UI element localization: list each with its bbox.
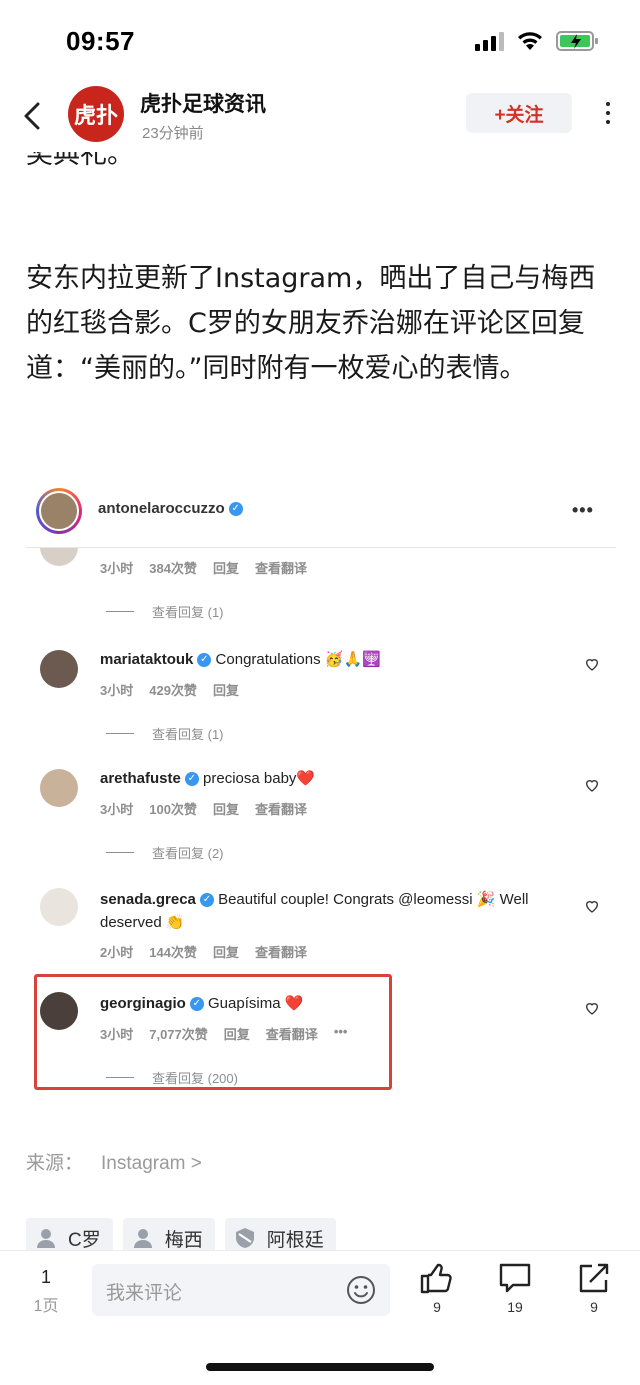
comment-meta: 3小时 384次赞 回复 查看翻译	[100, 561, 307, 576]
article-header: 虎扑 虎扑足球资讯 23分钟前 +关注	[0, 80, 640, 152]
more-options-button[interactable]	[598, 96, 618, 130]
verified-icon: ✓	[228, 502, 243, 517]
account-name[interactable]: 虎扑足球资讯	[140, 88, 266, 118]
commenter-username: senada.greca	[100, 891, 196, 908]
emoji-icon[interactable]	[346, 1275, 376, 1305]
commenter-username: arethafuste	[100, 770, 181, 787]
tag-item[interactable]: 梅西	[122, 1218, 215, 1250]
instagram-screenshot[interactable]: antonelaroccuzzo ✓ ••• 3小时 384次赞 回复 查看翻译 …	[26, 470, 616, 1100]
back-button[interactable]	[18, 98, 48, 134]
like-button[interactable]: 9	[414, 1261, 460, 1315]
view-replies: 查看回复 (1)	[106, 602, 224, 621]
follow-button[interactable]: +关注	[466, 93, 572, 133]
page-indicator[interactable]: 1 1页	[30, 1267, 62, 1316]
poster-username: antonelaroccuzzo	[98, 500, 225, 517]
cellular-signal-icon	[475, 31, 504, 51]
commenter-avatar	[40, 769, 78, 807]
commenter-avatar	[40, 650, 78, 688]
share-button[interactable]: 9	[571, 1261, 617, 1315]
comment-text: preciosa baby❤️	[203, 770, 316, 787]
comment-placeholder: 我来评论	[106, 1283, 183, 1304]
tag-list: C罗 梅西 阿根廷	[26, 1218, 336, 1250]
post-time: 23分钟前	[142, 125, 204, 142]
team-shield-icon	[235, 1228, 254, 1248]
comment-count: 19	[507, 1299, 523, 1315]
heart-icon	[584, 1000, 600, 1016]
person-icon	[37, 1229, 55, 1248]
status-bar: 09:57	[0, 0, 640, 80]
person-icon	[133, 1229, 152, 1248]
thumbs-up-icon	[420, 1263, 452, 1294]
heart-icon	[584, 656, 600, 672]
heart-icon	[584, 777, 600, 793]
verified-icon: ✓	[184, 772, 199, 787]
commenter-username: mariataktouk	[100, 651, 194, 668]
comment-meta: 3小时 100次赞 回复 查看翻译	[100, 802, 307, 817]
comment-button[interactable]: 19	[492, 1261, 538, 1315]
article-body: 奖典礼。 安东内拉更新了Instagram，晒出了自己与梅西的红毯合影。C罗的女…	[0, 0, 640, 1250]
wifi-icon	[518, 32, 542, 50]
commenter-avatar	[40, 888, 78, 926]
highlight-annotation-box	[34, 974, 392, 1090]
comment-meta: 2小时 144次赞 回复 查看翻译	[100, 945, 307, 960]
source-line[interactable]: 来源： Instagram >	[26, 1148, 202, 1175]
battery-charging-icon	[556, 31, 598, 51]
article-paragraph-main: 安东内拉更新了Instagram，晒出了自己与梅西的红毯合影。C罗的女朋友乔治娜…	[26, 263, 596, 384]
verified-icon: ✓	[199, 893, 214, 908]
source-link[interactable]: Instagram >	[101, 1153, 202, 1174]
more-icon: •••	[572, 500, 594, 520]
share-count: 9	[590, 1299, 598, 1315]
view-replies: 查看回复 (1)	[106, 724, 224, 743]
account-avatar[interactable]: 虎扑	[68, 86, 124, 142]
poster-avatar	[36, 488, 82, 534]
share-icon	[579, 1263, 609, 1293]
status-time: 09:57	[66, 26, 135, 56]
comment-meta: 3小时 429次赞 回复	[100, 683, 239, 698]
like-count: 9	[433, 1299, 441, 1315]
home-indicator[interactable]	[206, 1363, 434, 1371]
tag-item[interactable]: C罗	[26, 1218, 113, 1250]
instagram-post-header: antonelaroccuzzo ✓ •••	[26, 470, 616, 548]
bottom-action-bar: 1 1页 我来评论 9 19 9	[0, 1250, 640, 1385]
chevron-left-icon	[24, 102, 40, 130]
comment-icon	[499, 1263, 531, 1293]
comment-input[interactable]: 我来评论	[92, 1264, 390, 1316]
heart-icon	[584, 898, 600, 914]
view-replies: 查看回复 (2)	[106, 843, 224, 862]
comment-text: Congratulations 🥳🙏🕎	[215, 651, 381, 668]
verified-icon: ✓	[197, 653, 212, 668]
source-label: 来源：	[26, 1153, 84, 1174]
tag-item[interactable]: 阿根廷	[224, 1218, 336, 1250]
